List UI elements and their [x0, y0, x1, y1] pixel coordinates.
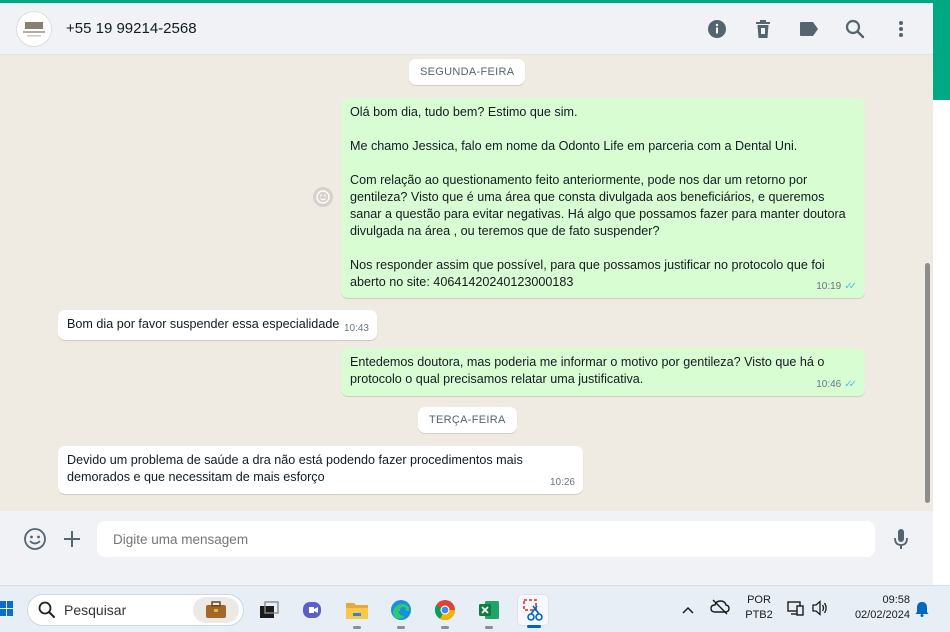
- message-text: Olá bom dia, tudo bem? Estimo que sim.: [350, 105, 578, 119]
- message-incoming[interactable]: Bom dia por favor suspender essa especia…: [58, 310, 377, 340]
- chat-scrollbar[interactable]: [925, 263, 930, 503]
- excel-icon[interactable]: [473, 594, 505, 629]
- active-indicator: [527, 625, 541, 628]
- search-label: Pesquisar: [64, 602, 127, 618]
- attach-plus-icon[interactable]: [59, 526, 85, 552]
- message-time: 10:43: [343, 323, 369, 334]
- system-tray: [680, 586, 730, 632]
- message-input[interactable]: [97, 521, 875, 557]
- clock[interactable]: 09:58 02/02/2024: [840, 593, 910, 623]
- message-meta: 10:26: [550, 474, 575, 491]
- day-separator: TERÇA-FEIRA: [418, 407, 517, 433]
- message-text: Com relação ao questionamento feito ante…: [350, 173, 846, 238]
- teams-meet-icon[interactable]: [297, 594, 329, 626]
- search-icon: [38, 601, 55, 618]
- notification-bell-icon[interactable]: [915, 601, 931, 622]
- info-icon[interactable]: [705, 17, 729, 41]
- message-time: 10:26: [549, 477, 575, 488]
- day-separator: SEGUNDA-FEIRA: [409, 59, 526, 85]
- running-indicator: [397, 626, 405, 629]
- reaction-emoji-icon[interactable]: [313, 187, 333, 207]
- message-meta: 10:43: [344, 320, 369, 337]
- double-check-icon: ✓✓: [844, 281, 857, 292]
- message-meta: 10:46 ✓✓: [816, 376, 857, 393]
- message-time: 10:46: [816, 379, 842, 390]
- message-composer: [0, 511, 933, 585]
- windows-start-icon[interactable]: [0, 598, 16, 620]
- message-text: Entedemos doutora, mas poderia me inform…: [350, 355, 825, 386]
- taskbar-search-box[interactable]: Pesquisar: [27, 594, 244, 626]
- clock-date: 02/02/2024: [854, 609, 910, 621]
- label-icon[interactable]: [797, 17, 821, 41]
- header-actions: [705, 3, 913, 55]
- chevron-up-icon[interactable]: [680, 606, 696, 614]
- message-outgoing[interactable]: Olá bom dia, tudo bem? Estimo que sim. M…: [341, 98, 865, 298]
- trash-icon[interactable]: [751, 17, 775, 41]
- clock-time: 09:58: [882, 594, 910, 606]
- microphone-icon[interactable]: [888, 526, 914, 552]
- running-indicator: [485, 626, 493, 629]
- message-outgoing[interactable]: Entedemos doutora, mas poderia me inform…: [341, 348, 865, 396]
- double-check-icon: ✓✓: [844, 379, 857, 390]
- edge-browser-icon[interactable]: [385, 594, 417, 629]
- message-meta: 10:19 ✓✓: [816, 278, 857, 295]
- message-incoming[interactable]: Devido um problema de saúde a dra não es…: [58, 446, 583, 494]
- message-text: Nos responder assim que possível, para q…: [350, 258, 825, 289]
- briefcase-icon: [193, 597, 239, 623]
- input-language[interactable]: POR PTB2: [744, 593, 774, 623]
- emoji-icon[interactable]: [22, 526, 48, 552]
- message-text: Me chamo Jessica, falo em nome da Odonto…: [350, 139, 798, 153]
- contact-name[interactable]: +55 19 99214-2568: [66, 20, 197, 37]
- more-vertical-icon[interactable]: [889, 17, 913, 41]
- contact-avatar[interactable]: [16, 10, 52, 47]
- running-indicator: [353, 626, 361, 629]
- volume-icon[interactable]: [811, 600, 829, 621]
- message-text: Bom dia por favor suspender essa especia…: [67, 317, 340, 331]
- message-time: 10:19: [816, 281, 842, 292]
- keyboard-layout: PTB2: [745, 609, 773, 621]
- language-code: POR: [747, 594, 771, 606]
- windows-taskbar: Pesquisar POR PTB2 09:58 02/02/2024: [0, 585, 950, 632]
- message-text: Devido um problema de saúde a dra não es…: [67, 453, 523, 484]
- running-indicator: [441, 626, 449, 629]
- whatsapp-window: +55 19 99214-2568 SEGUNDA-FEIRA Olá bom …: [0, 0, 933, 585]
- task-view-icon[interactable]: [253, 594, 285, 626]
- chrome-browser-icon[interactable]: [429, 594, 461, 629]
- chat-header: +55 19 99214-2568: [0, 3, 933, 55]
- onedrive-offline-icon[interactable]: [710, 599, 730, 620]
- background-window-edge: [933, 0, 950, 100]
- file-explorer-icon[interactable]: [341, 594, 373, 629]
- network-icon[interactable]: [787, 600, 805, 621]
- snipping-tool-icon[interactable]: [517, 594, 549, 628]
- search-icon[interactable]: [843, 17, 867, 41]
